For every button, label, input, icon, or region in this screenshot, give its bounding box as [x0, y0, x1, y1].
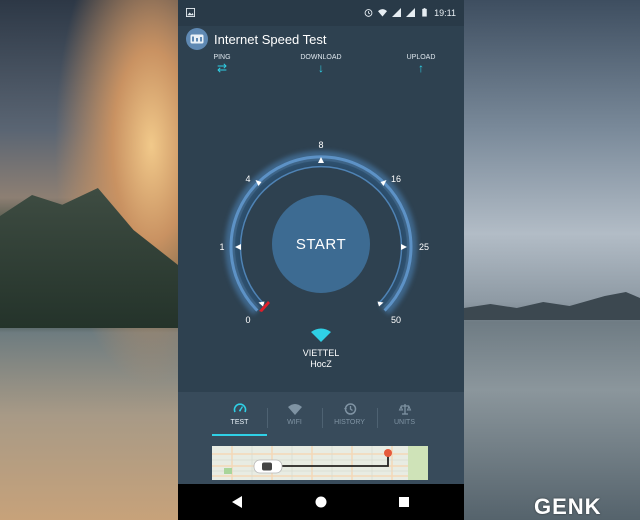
destination-marker: [384, 449, 392, 457]
background-photo-left: [0, 0, 178, 520]
map-graphic: [212, 446, 428, 480]
back-icon[interactable]: [228, 492, 248, 512]
wifi-signal-icon: [378, 8, 388, 19]
metric-download: DOWNLOAD ↓: [300, 54, 342, 74]
recents-icon[interactable]: [394, 492, 414, 512]
wifi-icon: [287, 404, 302, 415]
tab-divider: [377, 408, 378, 428]
cell-signal-icon: [406, 7, 416, 19]
home-icon[interactable]: [311, 492, 331, 512]
tick-label: 0: [245, 315, 251, 325]
status-bar: 19:11: [178, 0, 464, 26]
app-title: Internet Speed Test: [214, 31, 327, 47]
metric-label: DOWNLOAD: [300, 54, 342, 61]
history-icon: [343, 403, 356, 415]
metric-ping: PING ⇄: [210, 54, 234, 74]
tab-test[interactable]: TEST: [212, 398, 267, 436]
bottom-panel: TEST WIFI HISTORY UNITS: [178, 392, 464, 484]
app-bar: Internet Speed Test: [178, 26, 464, 52]
wifi-icon: [311, 328, 331, 342]
tab-label: TEST: [230, 419, 249, 426]
tab-units[interactable]: UNITS: [377, 398, 432, 436]
tab-label: WIFI: [287, 419, 302, 426]
isp-name: VIETTEL: [302, 348, 340, 358]
tab-divider: [322, 408, 323, 428]
background-photo-right: [464, 0, 640, 520]
status-time: 19:11: [434, 8, 456, 18]
tick-label: 50: [390, 315, 402, 325]
battery-icon: [420, 7, 429, 19]
metrics-row: PING ⇄ DOWNLOAD ↓ UPLOAD ↑: [178, 54, 464, 80]
start-button[interactable]: START: [272, 195, 370, 293]
phone-screen: 19:11 Internet Speed Test PING ⇄ DOWNLOA…: [178, 0, 464, 520]
network-info: VIETTEL HocZ: [178, 328, 464, 370]
alarm-icon: [364, 8, 373, 19]
cell-signal-icon: [392, 7, 402, 19]
genk-watermark: GENK: [534, 494, 602, 519]
tab-wifi[interactable]: WIFI: [267, 398, 322, 436]
tab-history[interactable]: HISTORY: [322, 398, 377, 436]
arrow-down-icon: ↓: [318, 61, 324, 75]
tab-divider: [267, 408, 268, 428]
tab-label: HISTORY: [334, 419, 365, 426]
tick-label: 4: [245, 174, 251, 184]
tick-label: 16: [390, 174, 402, 184]
metric-label: UPLOAD: [406, 54, 436, 61]
background-hills: [0, 188, 178, 328]
tick-label: 8: [318, 140, 324, 150]
background-hills: [464, 292, 640, 320]
app-logo-icon: [186, 28, 208, 50]
swap-arrows-icon: ⇄: [216, 61, 228, 75]
tab-bar: TEST WIFI HISTORY UNITS: [212, 398, 432, 436]
units-icon: [398, 404, 411, 415]
tick-label: 25: [418, 242, 430, 252]
tick-label: 1: [219, 242, 225, 252]
network-name: HocZ: [310, 359, 332, 369]
map-view[interactable]: [212, 446, 428, 480]
metric-label: PING: [213, 54, 231, 61]
image-notification-icon: [186, 7, 195, 19]
tab-label: UNITS: [394, 419, 415, 426]
navigation-bar: [178, 484, 464, 520]
speedometer-icon: [233, 403, 246, 413]
arrow-up-icon: ↑: [418, 61, 424, 75]
metric-upload: UPLOAD ↑: [404, 54, 438, 74]
